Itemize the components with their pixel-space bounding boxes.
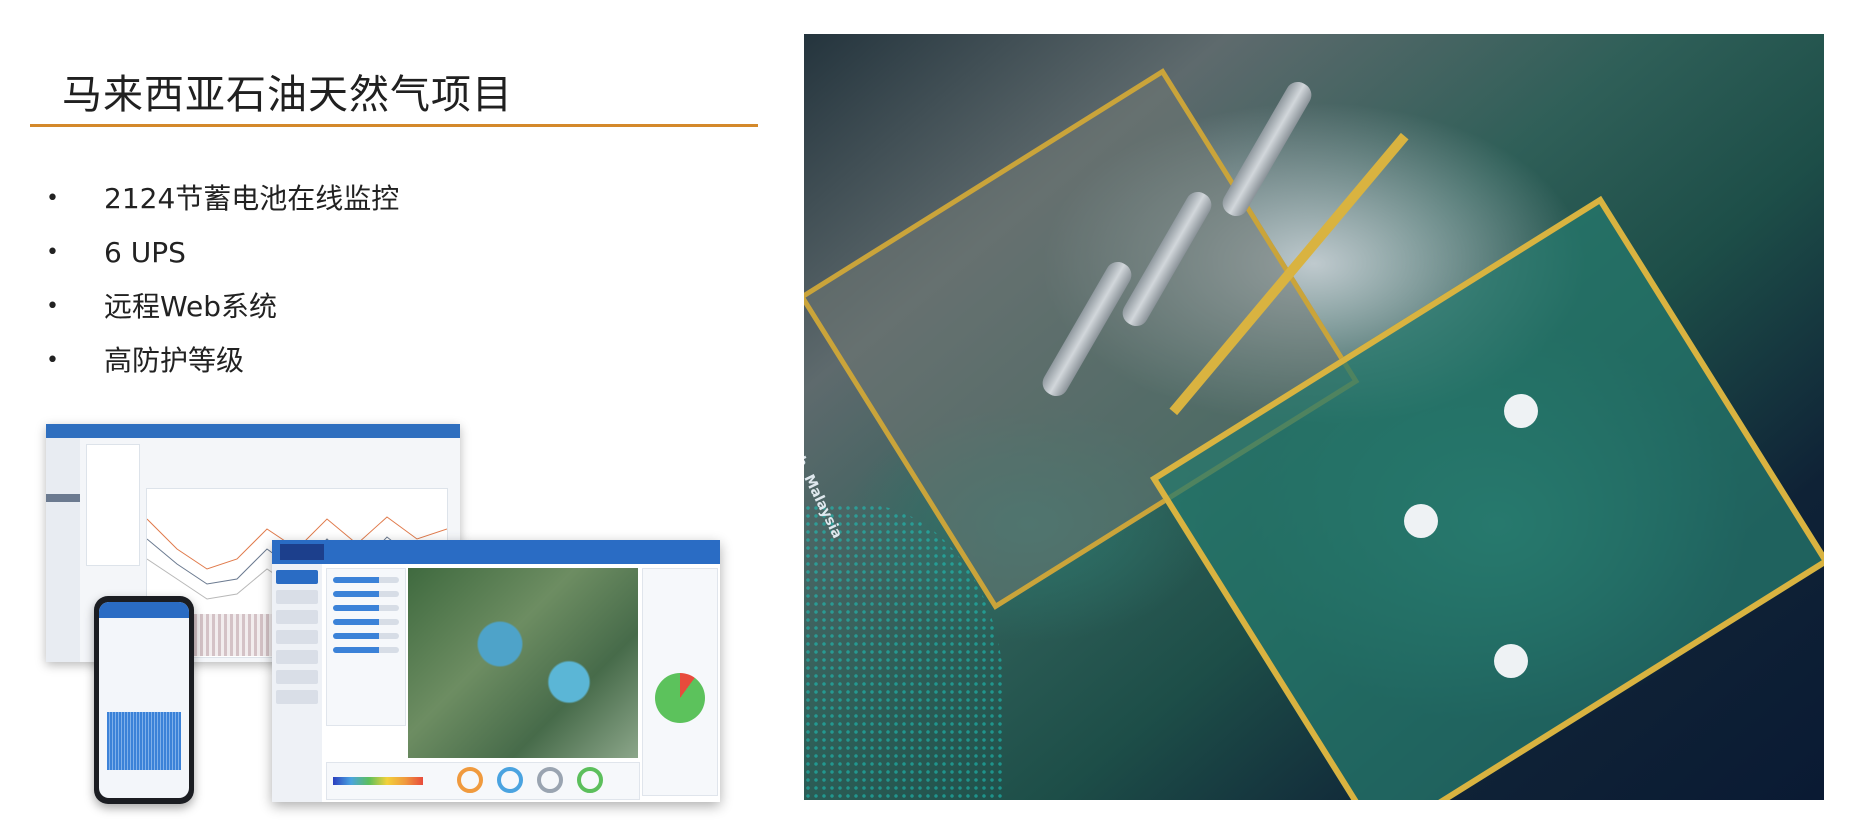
nav-item [276,610,318,624]
capacity-pie-chart [655,673,705,723]
gauge-ring [577,767,603,793]
bullet-item: 远程Web系统 [42,280,399,334]
health-bar [333,591,399,597]
summary-strip [326,762,640,800]
nav-item [276,670,318,684]
health-bar [333,633,399,639]
nav-item [276,570,318,584]
phone-bar-chart [107,712,181,770]
app-header [272,540,720,564]
health-bar [333,605,399,611]
bullet-item: 6 UPS [42,226,399,280]
title-underline [30,124,758,127]
aerial-map [408,568,638,758]
phone-header [99,602,189,618]
desktop-screenshot-dashboard [272,540,720,802]
bullet-item: 高防护等级 [42,334,399,388]
temperature-spectrum [333,777,423,785]
storage-dome [1504,394,1538,428]
gauge-ring [537,767,563,793]
nav-item [276,650,318,664]
nav-item [276,630,318,644]
offshore-platform-photo: h. Malaysia [804,34,1824,800]
nav-menu [272,564,322,802]
sidebar-active-item [46,494,80,502]
bullet-item: 2124节蓄电池在线监控 [42,172,399,226]
gauge-ring [497,767,523,793]
storage-dome [1404,504,1438,538]
nav-item [276,690,318,704]
health-bar [333,619,399,625]
health-bar [333,647,399,653]
ups-health-panel [326,568,406,726]
window-titlebar [46,424,460,438]
slide-title: 马来西亚石油天然气项目 [62,72,513,118]
sidebar [46,438,80,662]
analysis-panel [642,568,718,796]
health-bar [333,577,399,583]
storage-dome [1494,644,1528,678]
brand-logo [280,544,324,560]
nav-item [276,590,318,604]
phone-screen [99,602,189,798]
gauge-ring [457,767,483,793]
chimney-stack [1218,77,1316,221]
bullet-list: 2124节蓄电池在线监控 6 UPS 远程Web系统 高防护等级 [42,172,399,388]
mobile-app-screenshot [94,596,194,804]
device-tree [86,444,140,566]
